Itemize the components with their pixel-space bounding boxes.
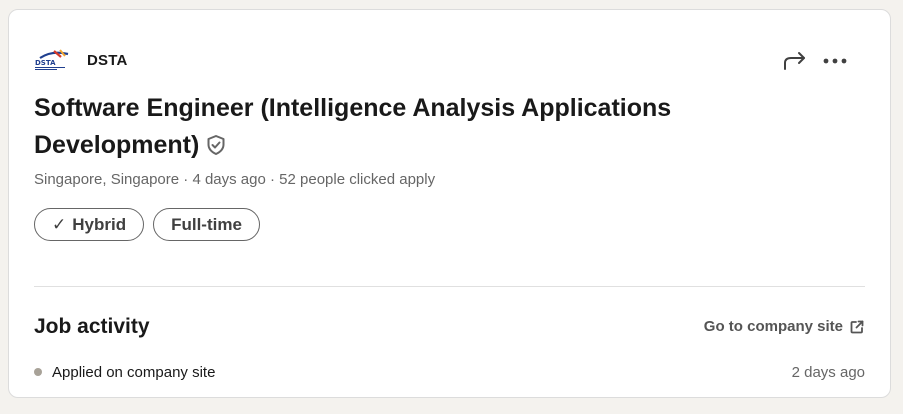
pill-full-time[interactable]: Full-time bbox=[153, 208, 260, 241]
company-link-label: Go to company site bbox=[703, 318, 843, 335]
company-logo[interactable]: DSTA bbox=[34, 48, 74, 72]
more-options-button[interactable] bbox=[818, 44, 852, 78]
job-activity-heading: Job activity bbox=[34, 315, 150, 338]
job-title-text: Software Engineer (Intelligence Analysis… bbox=[34, 94, 672, 159]
pill-hybrid[interactable]: ✓ Hybrid bbox=[34, 208, 145, 241]
card-actions bbox=[778, 44, 852, 78]
company-name[interactable]: DSTA bbox=[87, 52, 128, 69]
job-title: Software Engineer (Intelligence Analysis… bbox=[34, 90, 754, 164]
share-button[interactable] bbox=[778, 44, 812, 78]
job-meta: Singapore, Singapore · 4 days ago · 52 p… bbox=[34, 171, 436, 188]
status-dot bbox=[34, 368, 42, 376]
pill-hybrid-label: Hybrid bbox=[72, 214, 127, 234]
activity-entry: Applied on company site 2 days ago bbox=[34, 362, 865, 382]
activity-time: 2 days ago bbox=[791, 363, 865, 381]
check-icon: ✓ bbox=[52, 214, 67, 234]
svg-text:DSTA: DSTA bbox=[35, 59, 56, 67]
share-arrow-icon bbox=[784, 52, 805, 70]
more-horizontal-icon bbox=[823, 58, 847, 64]
company-row: DSTA DSTA bbox=[34, 48, 128, 72]
divider bbox=[34, 286, 865, 287]
go-to-company-site-link[interactable]: Go to company site bbox=[704, 318, 865, 335]
activity-label: Applied on company site bbox=[52, 363, 216, 381]
job-attributes: ✓ Hybrid Full-time bbox=[34, 208, 269, 241]
external-link-icon bbox=[850, 320, 864, 333]
job-card: DSTA DSTA Software Engineer (Intelligenc… bbox=[8, 9, 891, 398]
pill-full-time-label: Full-time bbox=[171, 214, 242, 234]
shield-check-icon bbox=[207, 135, 225, 155]
